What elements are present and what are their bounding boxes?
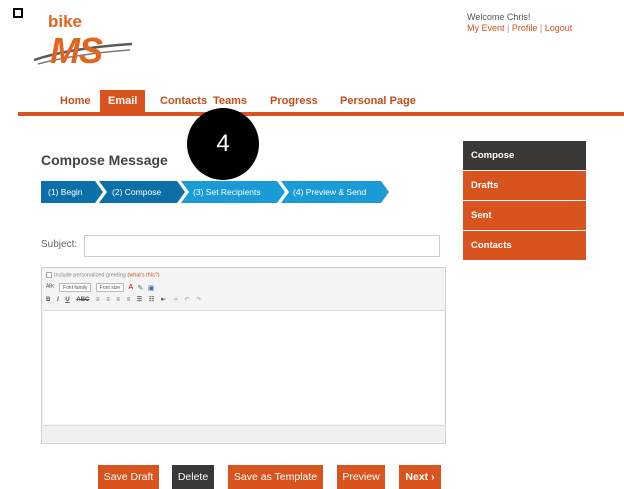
logo-bike-text: bike bbox=[48, 12, 83, 31]
step-label: Compose bbox=[124, 187, 162, 197]
message-body-area[interactable] bbox=[43, 310, 444, 424]
greeting-label: Include personalized greeting bbox=[54, 272, 126, 279]
font-family-select[interactable]: Font family bbox=[58, 283, 92, 292]
numbered-list-icon[interactable]: ☷ bbox=[149, 296, 154, 303]
preview-button[interactable]: Preview bbox=[337, 465, 385, 489]
editor-toolbar-format: B I U ABC ≡ ≡ ≡ ≡ ☰ ☷ ⇤ ⇥ ↶ ↷ bbox=[46, 296, 206, 306]
step-number: (1) bbox=[48, 187, 59, 197]
step-number: (4) bbox=[293, 187, 304, 197]
step-number: (2) bbox=[112, 187, 123, 197]
outdent-icon[interactable]: ⇤ bbox=[161, 296, 166, 303]
undo-icon[interactable]: ↶ bbox=[184, 296, 189, 303]
user-welcome: Welcome Chris! My Event | Profile | Logo… bbox=[467, 12, 572, 34]
redo-icon[interactable]: ↷ bbox=[196, 296, 201, 303]
corner-square-icon bbox=[13, 8, 23, 18]
step-number-badge: 4 bbox=[187, 108, 259, 180]
link-separator: | bbox=[537, 23, 545, 33]
step-label: Begin bbox=[60, 187, 83, 197]
subject-input[interactable] bbox=[84, 235, 440, 257]
greeting-option: Include personalized greeting (what's th… bbox=[46, 272, 160, 278]
bike-ms-logo[interactable]: bike MS bbox=[30, 12, 140, 71]
save-as-template-button[interactable]: Save as Template bbox=[228, 465, 323, 489]
justify-icon[interactable]: ≡ bbox=[127, 297, 131, 303]
wizard-step-preview-send[interactable]: (4) Preview & Send bbox=[293, 181, 366, 203]
logout-link[interactable]: Logout bbox=[545, 23, 573, 33]
wizard-steps: (1) Begin (2) Compose (3) Set Recipients… bbox=[41, 181, 391, 203]
next-button[interactable]: Next › bbox=[399, 465, 441, 489]
account-links: My Event | Profile | Logout bbox=[467, 23, 572, 34]
main-nav: Home Email Contacts Teams Progress Perso… bbox=[0, 90, 624, 112]
nav-item-email[interactable]: Email bbox=[100, 90, 146, 112]
bold-icon[interactable]: B bbox=[46, 297, 50, 303]
wizard-step-set-recipients[interactable]: (3) Set Recipients bbox=[193, 181, 261, 203]
subject-label: Subject: bbox=[41, 239, 78, 250]
nav-item-personal-page[interactable]: Personal Page bbox=[332, 90, 424, 112]
wizard-step-compose[interactable]: (2) Compose bbox=[112, 181, 161, 203]
strikethrough-icon[interactable]: ABC bbox=[76, 297, 89, 303]
step-label: Set Recipients bbox=[205, 187, 261, 197]
welcome-text: Welcome Chris! bbox=[467, 12, 531, 22]
highlight-color-icon[interactable]: ✎ bbox=[138, 284, 144, 292]
editor-status-bar bbox=[43, 425, 444, 442]
my-event-link[interactable]: My Event bbox=[467, 23, 505, 33]
link-separator: | bbox=[504, 23, 512, 33]
greeting-checkbox[interactable] bbox=[46, 272, 52, 278]
text-color-icon[interactable]: A bbox=[128, 284, 133, 291]
nav-item-home[interactable]: Home bbox=[52, 90, 99, 112]
step-number: (3) bbox=[193, 187, 204, 197]
step-label: Preview & Send bbox=[305, 187, 367, 197]
delete-button[interactable]: Delete bbox=[172, 465, 214, 489]
profile-link[interactable]: Profile bbox=[512, 23, 538, 33]
sidebar-item-compose[interactable]: Compose bbox=[463, 141, 586, 170]
email-sidebar: Compose Drafts Sent Contacts bbox=[463, 141, 586, 261]
editor-toolbar-top: ᴬᴮᶜ Font family Font size A ✎ ▣ bbox=[46, 283, 157, 293]
image-icon[interactable]: ▣ bbox=[148, 284, 155, 292]
indent-icon[interactable]: ⇥ bbox=[173, 296, 178, 303]
sidebar-item-sent[interactable]: Sent bbox=[463, 201, 586, 230]
underline-icon[interactable]: U bbox=[65, 297, 69, 303]
whats-this-link[interactable]: (what's this?) bbox=[127, 272, 159, 278]
italic-icon[interactable]: I bbox=[57, 297, 59, 303]
nav-item-progress[interactable]: Progress bbox=[262, 90, 326, 112]
wizard-step-begin[interactable]: (1) Begin bbox=[48, 181, 83, 203]
save-draft-button[interactable]: Save Draft bbox=[98, 465, 159, 489]
sidebar-item-contacts[interactable]: Contacts bbox=[463, 231, 586, 260]
nav-underline bbox=[18, 112, 624, 116]
align-right-icon[interactable]: ≡ bbox=[116, 297, 120, 303]
spellcheck-icon[interactable]: ᴬᴮᶜ bbox=[46, 284, 55, 291]
align-left-icon[interactable]: ≡ bbox=[96, 297, 100, 303]
bullet-list-icon[interactable]: ☰ bbox=[137, 296, 142, 303]
page-title: Compose Message bbox=[41, 152, 168, 168]
sidebar-item-drafts[interactable]: Drafts bbox=[463, 171, 586, 200]
font-size-select[interactable]: Font size bbox=[95, 283, 125, 292]
message-editor: Include personalized greeting (what's th… bbox=[41, 267, 446, 444]
logo-ms-text: MS bbox=[50, 30, 103, 71]
align-center-icon[interactable]: ≡ bbox=[106, 297, 110, 303]
